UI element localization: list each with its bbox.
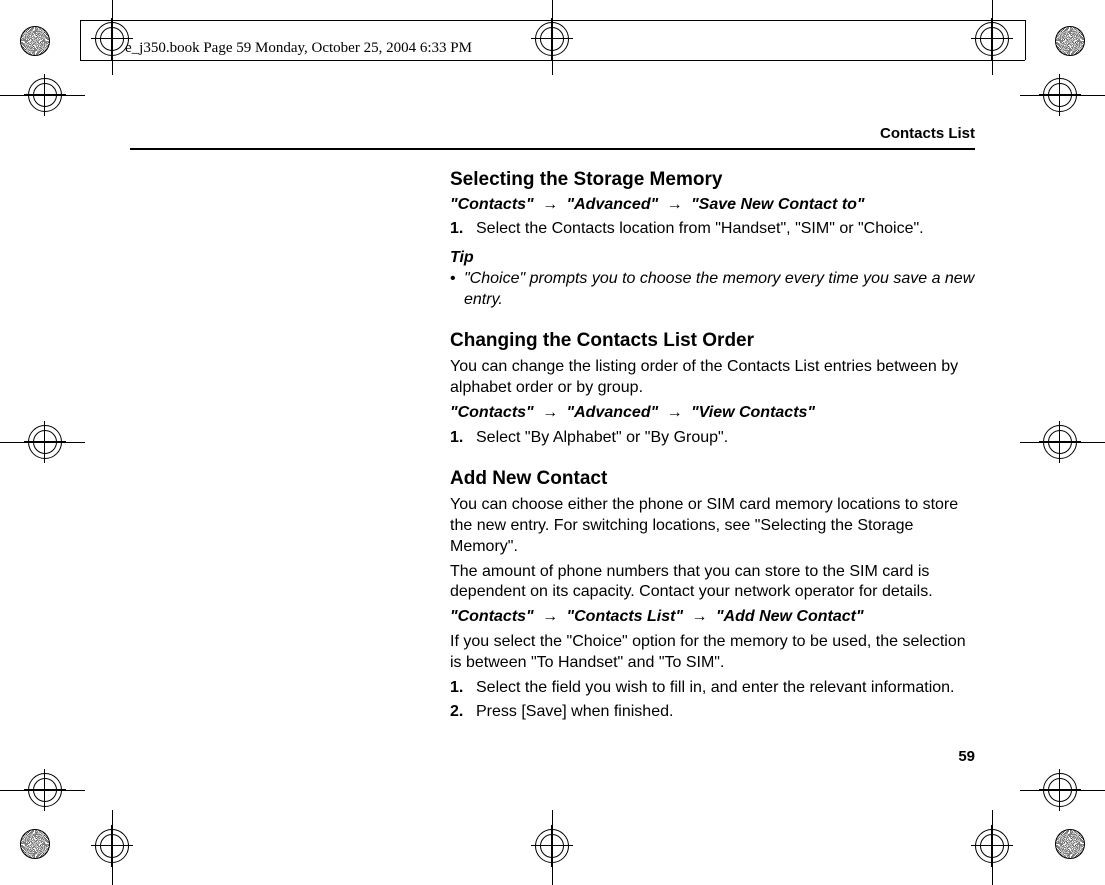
registration-mark-icon bbox=[28, 425, 62, 459]
page-number: 59 bbox=[958, 748, 975, 765]
file-header-text: e_j350.book Page 59 Monday, October 25, … bbox=[125, 40, 472, 57]
tip-label: Tip bbox=[450, 248, 975, 269]
registration-star-icon bbox=[1055, 26, 1085, 56]
registration-mark-icon bbox=[535, 22, 569, 56]
registration-mark-icon bbox=[975, 829, 1009, 863]
nav-segment: "Contacts" bbox=[450, 608, 534, 625]
section-label: Contacts List bbox=[130, 125, 975, 142]
registration-star-icon bbox=[20, 829, 50, 859]
step-number: 1. bbox=[450, 678, 476, 699]
registration-mark-icon bbox=[95, 829, 129, 863]
nav-segment: "View Contacts" bbox=[691, 404, 815, 421]
body-text: You can choose either the phone or SIM c… bbox=[450, 495, 975, 557]
tip-text: "Choice" prompts you to choose the memor… bbox=[464, 269, 975, 311]
nav-segment: "Contacts" bbox=[450, 196, 534, 213]
header-rule bbox=[130, 148, 975, 150]
heading-add-contact: Add New Contact bbox=[450, 467, 975, 492]
heading-selecting-storage: Selecting the Storage Memory bbox=[450, 168, 975, 193]
nav-segment: "Contacts List" bbox=[567, 608, 684, 625]
registration-mark-icon bbox=[95, 22, 129, 56]
nav-path: "Contacts" → "Contacts List" → "Add New … bbox=[450, 607, 975, 628]
bullet-icon: • bbox=[450, 269, 464, 311]
step-row: 2. Press [Save] when finished. bbox=[450, 702, 975, 723]
nav-segment: "Advanced" bbox=[567, 404, 659, 421]
arrow-icon: → bbox=[692, 608, 708, 625]
arrow-icon: → bbox=[667, 196, 683, 213]
registration-mark-icon bbox=[28, 773, 62, 807]
registration-mark-icon bbox=[535, 829, 569, 863]
nav-path: "Contacts" → "Advanced" → "Save New Cont… bbox=[450, 195, 975, 216]
heading-changing-order: Changing the Contacts List Order bbox=[450, 329, 975, 354]
page-body: Contacts List Selecting the Storage Memo… bbox=[130, 125, 975, 765]
step-text: Press [Save] when finished. bbox=[476, 702, 673, 723]
registration-mark-icon bbox=[975, 22, 1009, 56]
nav-segment: "Contacts" bbox=[450, 404, 534, 421]
step-text: Select the Contacts location from "Hands… bbox=[476, 219, 924, 240]
step-number: 2. bbox=[450, 702, 476, 723]
body-text: You can change the listing order of the … bbox=[450, 357, 975, 399]
arrow-icon: → bbox=[667, 404, 683, 421]
body-text: The amount of phone numbers that you can… bbox=[450, 562, 975, 604]
step-number: 1. bbox=[450, 428, 476, 449]
registration-star-icon bbox=[1055, 829, 1085, 859]
step-row: 1. Select the field you wish to fill in,… bbox=[450, 678, 975, 699]
nav-segment: "Advanced" bbox=[567, 196, 659, 213]
tip-item: • "Choice" prompts you to choose the mem… bbox=[450, 269, 975, 311]
step-row: 1. Select "By Alphabet" or "By Group". bbox=[450, 428, 975, 449]
registration-star-icon bbox=[20, 26, 50, 56]
content-column: Selecting the Storage Memory "Contacts" … bbox=[450, 168, 975, 723]
body-text: If you select the "Choice" option for th… bbox=[450, 632, 975, 674]
step-number: 1. bbox=[450, 219, 476, 240]
step-text: Select "By Alphabet" or "By Group". bbox=[476, 428, 728, 449]
step-row: 1. Select the Contacts location from "Ha… bbox=[450, 219, 975, 240]
nav-segment: "Save New Contact to" bbox=[691, 196, 864, 213]
arrow-icon: → bbox=[542, 196, 558, 213]
arrow-icon: → bbox=[542, 404, 558, 421]
registration-mark-icon bbox=[1043, 425, 1077, 459]
arrow-icon: → bbox=[542, 608, 558, 625]
registration-mark-icon bbox=[28, 78, 62, 112]
nav-segment: "Add New Contact" bbox=[716, 608, 864, 625]
registration-mark-icon bbox=[1043, 773, 1077, 807]
registration-mark-icon bbox=[1043, 78, 1077, 112]
step-text: Select the field you wish to fill in, an… bbox=[476, 678, 954, 699]
nav-path: "Contacts" → "Advanced" → "View Contacts… bbox=[450, 403, 975, 424]
